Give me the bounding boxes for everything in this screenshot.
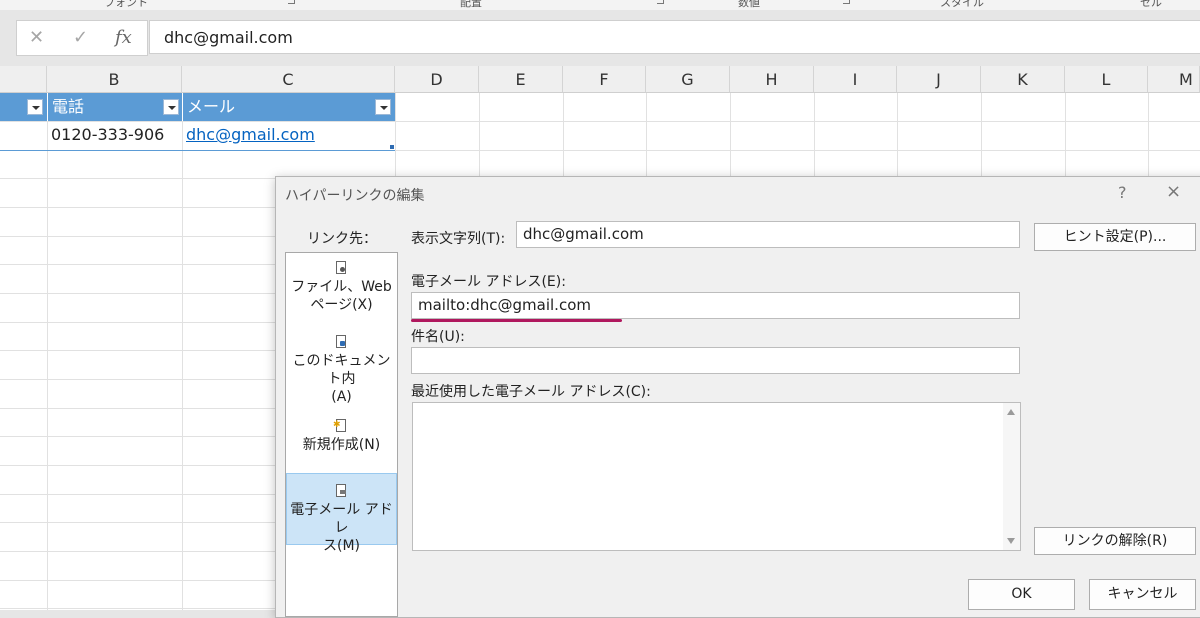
table-row: 0120-333-906 dhc@gmail.com — [0, 121, 395, 151]
email-address-input[interactable]: mailto:dhc@gmail.com — [411, 292, 1020, 319]
table-header-cell-a — [0, 93, 47, 121]
grid-line — [47, 93, 48, 610]
check-icon[interactable]: ✓ — [73, 27, 88, 48]
col-header-G[interactable]: G — [646, 66, 730, 93]
filter-dropdown-icon[interactable] — [27, 99, 43, 115]
table-header-email[interactable]: メール — [182, 93, 395, 121]
display-text-input[interactable]: dhc@gmail.com — [516, 221, 1020, 248]
display-text-label: 表示文字列(T): — [411, 231, 506, 247]
link-to-new-document[interactable]: ✱ 新規作成(N) — [286, 419, 397, 469]
alignment-launcher-icon[interactable] — [657, 0, 664, 4]
formula-buttons: ✕ ✓ fx — [16, 20, 148, 56]
col-header-A[interactable] — [0, 66, 47, 93]
number-launcher-icon[interactable] — [843, 0, 850, 4]
edit-hyperlink-dialog: ハイパーリンクの編集 ? × リンク先： ファイル、Web ページ(X) このド… — [275, 176, 1200, 618]
link-to-panel: ファイル、Web ページ(X) このドキュメント内 (A) ✱ 新規作成(N) … — [285, 252, 398, 617]
annotation-underline — [411, 319, 622, 322]
recent-email-list[interactable] — [412, 402, 1021, 551]
col-header-M[interactable]: M — [1148, 66, 1200, 93]
link-to-this-document-line1: このドキュメント内 — [292, 353, 391, 387]
formula-input[interactable]: dhc@gmail.com — [149, 20, 1200, 54]
ribbon-group-font: フォント — [104, 0, 148, 9]
col-header-I[interactable]: I — [814, 66, 897, 93]
cancel-button[interactable]: キャンセル — [1089, 579, 1196, 610]
ok-button[interactable]: OK — [968, 579, 1075, 610]
col-header-F[interactable]: F — [563, 66, 646, 93]
screentip-button[interactable]: ヒント設定(P)... — [1034, 223, 1196, 251]
col-header-J[interactable]: J — [897, 66, 981, 93]
ribbon-group-number: 数値 — [738, 0, 760, 9]
table-resize-handle[interactable] — [390, 145, 394, 149]
link-to-web-page-line2: ページ(X) — [310, 297, 373, 313]
col-header-B[interactable]: B — [47, 66, 182, 93]
recent-list-scrollbar[interactable] — [1003, 403, 1020, 550]
col-header-H[interactable]: H — [730, 66, 814, 93]
col-header-E[interactable]: E — [479, 66, 563, 93]
link-to-new-document-line1: 新規作成(N) — [302, 437, 381, 453]
col-header-K[interactable]: K — [981, 66, 1065, 93]
scroll-down-icon[interactable] — [1007, 538, 1015, 544]
scroll-up-icon[interactable] — [1007, 409, 1015, 415]
cell-email-link[interactable]: dhc@gmail.com — [186, 121, 315, 149]
email-icon — [335, 484, 348, 499]
link-to-email-address[interactable]: 電子メール アドレ ス(M) — [286, 473, 397, 554]
link-to-email-line2: ス(M) — [322, 538, 360, 554]
dialog-title: ハイパーリンクの編集 — [285, 188, 425, 204]
header-label-email: メール — [187, 97, 236, 116]
link-to-web-page-line1: ファイル、Web — [291, 279, 392, 295]
font-launcher-icon[interactable] — [288, 0, 295, 4]
filter-dropdown-icon[interactable] — [163, 99, 179, 115]
web-page-icon — [335, 261, 348, 276]
col-header-C[interactable]: C — [182, 66, 395, 93]
grid-line — [182, 93, 183, 610]
ribbon-group-styles: スタイル — [940, 0, 984, 9]
formula-bar: ✕ ✓ fx dhc@gmail.com — [0, 10, 1200, 66]
link-to-web-page[interactable]: ファイル、Web ページ(X) — [286, 261, 397, 323]
filter-dropdown-icon[interactable] — [375, 99, 391, 115]
email-address-label: 電子メール アドレス(E): — [411, 274, 566, 290]
fx-icon[interactable]: fx — [115, 27, 132, 48]
new-document-icon: ✱ — [333, 419, 348, 434]
subject-input[interactable] — [411, 347, 1020, 374]
col-header-L[interactable]: L — [1065, 66, 1148, 93]
help-icon[interactable]: ? — [1118, 183, 1127, 202]
link-to-this-document-line2: (A) — [331, 389, 352, 405]
ribbon-group-cells: セル — [1140, 0, 1162, 9]
ribbon-group-alignment: 配置 — [460, 0, 482, 9]
cell-phone[interactable]: 0120-333-906 — [51, 121, 164, 149]
subject-label: 件名(U): — [411, 329, 465, 345]
table-header-phone[interactable]: 電話 — [47, 93, 182, 121]
link-to-email-line1: 電子メール アドレ — [290, 502, 393, 536]
recent-email-label: 最近使用した電子メール アドレス(C): — [411, 384, 651, 400]
header-label-phone: 電話 — [52, 97, 85, 116]
col-header-D[interactable]: D — [395, 66, 479, 93]
link-to-this-document[interactable]: このドキュメント内 (A) — [286, 335, 397, 405]
link-to-label: リンク先： — [307, 231, 377, 247]
x-icon[interactable]: ✕ — [29, 27, 44, 48]
remove-link-button[interactable]: リンクの解除(R) — [1034, 527, 1196, 555]
document-icon — [335, 335, 348, 350]
close-icon[interactable]: × — [1166, 181, 1181, 202]
